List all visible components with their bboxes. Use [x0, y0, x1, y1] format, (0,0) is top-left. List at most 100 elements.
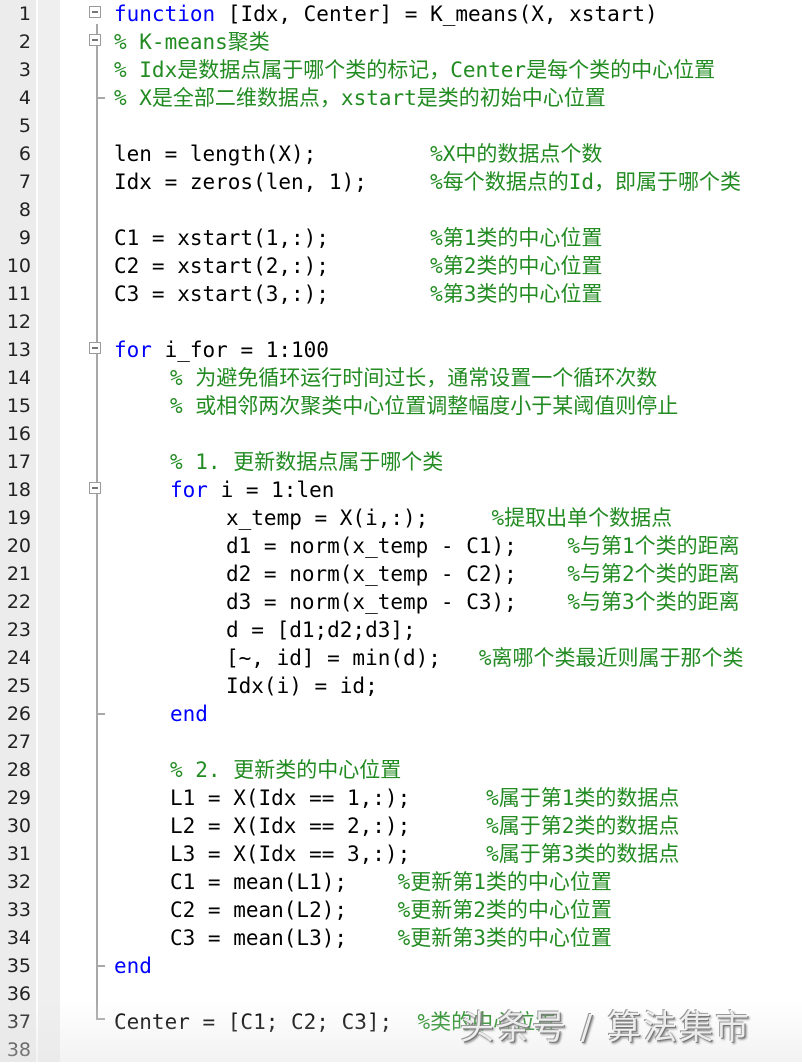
comment: % 或相邻两次聚类中心位置调整幅度小于某阈值则停止: [170, 394, 679, 418]
line-number: 38: [6, 1039, 31, 1061]
statement: C2 = mean(L2);: [170, 898, 348, 922]
line-number: 5: [18, 115, 31, 137]
code-text: C3 = xstart(3,:); %第3类的中心位置: [114, 280, 602, 308]
padding: [392, 1010, 417, 1034]
comment: %第1类的中心位置: [430, 226, 603, 250]
code-line[interactable]: 10 C2 = xstart(2,:); %第2类的中心位置: [0, 252, 802, 280]
keyword: for: [170, 478, 208, 502]
line-number: 37: [6, 1011, 31, 1033]
keyword: function: [114, 2, 216, 26]
line-number: 22: [6, 591, 31, 613]
code-line[interactable]: 29 L1 = X(Idx == 1,:); %属于第1类的数据点: [0, 784, 802, 812]
comment: %与第3个类的距离: [567, 590, 740, 614]
line-number: 17: [6, 451, 31, 473]
code-line[interactable]: 4 % X是全部二维数据点，xstart是类的初始中心位置: [0, 84, 802, 112]
code-line[interactable]: 11 C3 = xstart(3,:); %第3类的中心位置: [0, 280, 802, 308]
padding: [517, 590, 568, 614]
statement: L1 = X(Idx == 1,:);: [170, 786, 411, 810]
keyword: end: [114, 954, 152, 978]
code-text: end: [114, 952, 152, 980]
code-rest: i_for = 1:100: [151, 338, 329, 362]
code-line[interactable]: 18 for i = 1:len: [0, 476, 802, 504]
line-number: 20: [6, 535, 31, 557]
code-line[interactable]: 21 d2 = norm(x_temp - C2); %与第2个类的距离: [0, 560, 802, 588]
code-line[interactable]: 14 % 为避免循环运行时间过长，通常设置一个循环次数: [0, 364, 802, 392]
code-line[interactable]: 3 % Idx是数据点属于哪个类的标记，Center是每个类的中心位置: [0, 56, 802, 84]
line-number: 2: [18, 31, 31, 53]
line-number: 26: [6, 703, 31, 725]
comment: % K-means聚类: [114, 30, 270, 54]
code-text: % 1. 更新数据点属于哪个类: [170, 448, 443, 476]
code-line[interactable]: 13 for i_for = 1:100: [0, 336, 802, 364]
comment: % 为避免循环运行时间过长，通常设置一个循环次数: [170, 366, 658, 390]
code-text: % Idx是数据点属于哪个类的标记，Center是每个类的中心位置: [114, 56, 715, 84]
code-line[interactable]: 31 L3 = X(Idx == 3,:); %属于第3类的数据点: [0, 840, 802, 868]
padding: [347, 926, 398, 950]
statement: C3 = mean(L3);: [170, 926, 348, 950]
statement: L3 = X(Idx == 3,:);: [170, 842, 411, 866]
code-line[interactable]: 22 d3 = norm(x_temp - C3); %与第3个类的距离: [0, 588, 802, 616]
code-line[interactable]: 16: [0, 420, 802, 448]
code-text: d = [d1;d2;d3];: [226, 616, 416, 644]
code-text: C1 = xstart(1,:); %第1类的中心位置: [114, 224, 602, 252]
code-line[interactable]: 34 C3 = mean(L3); %更新第3类的中心位置: [0, 924, 802, 952]
code-editor[interactable]: 1 function [Idx, Center] = K_means(X, xst…: [0, 0, 802, 1062]
code-text: for i_for = 1:100: [114, 336, 329, 364]
comment: % 1. 更新数据点属于哪个类: [170, 450, 444, 474]
code-text: L3 = X(Idx == 3,:); %属于第3类的数据点: [170, 840, 679, 868]
code-line[interactable]: 12: [0, 308, 802, 336]
code-line[interactable]: 33 C2 = mean(L2); %更新第2类的中心位置: [0, 896, 802, 924]
code-line[interactable]: 5: [0, 112, 802, 140]
code-line[interactable]: 35 end: [0, 952, 802, 980]
line-number: 21: [6, 563, 31, 585]
padding: [517, 562, 568, 586]
code-line[interactable]: 26 end: [0, 700, 802, 728]
code-text: d3 = norm(x_temp - C3); %与第3个类的距离: [226, 588, 740, 616]
line-number: 9: [18, 227, 31, 249]
keyword: end: [170, 702, 208, 726]
line-number: 30: [6, 815, 31, 837]
code-line[interactable]: 28 % 2. 更新类的中心位置: [0, 756, 802, 784]
code-line[interactable]: 25 Idx(i) = id;: [0, 672, 802, 700]
line-number: 34: [6, 927, 31, 949]
code-line[interactable]: 8: [0, 196, 802, 224]
statement: C1 = mean(L1);: [170, 870, 348, 894]
code-text: C3 = mean(L3); %更新第3类的中心位置: [170, 924, 612, 952]
padding: [347, 898, 398, 922]
code-text: d1 = norm(x_temp - C1); %与第1个类的距离: [226, 532, 740, 560]
line-number: 33: [6, 899, 31, 921]
comment: %第2类的中心位置: [430, 254, 603, 278]
code-text: C2 = mean(L2); %更新第2类的中心位置: [170, 896, 612, 924]
code-line[interactable]: 2 % K-means聚类: [0, 28, 802, 56]
code-line[interactable]: 24 [~, id] = min(d); %离哪个类最近则属于那个类: [0, 644, 802, 672]
code-line[interactable]: 9 C1 = xstart(1,:); %第1类的中心位置: [0, 224, 802, 252]
code-line[interactable]: 15 % 或相邻两次聚类中心位置调整幅度小于某阈值则停止: [0, 392, 802, 420]
code-rest: [Idx, Center] = K_means(X, xstart): [215, 2, 658, 26]
code-line[interactable]: 32 C1 = mean(L1); %更新第1类的中心位置: [0, 868, 802, 896]
code-line[interactable]: 20 d1 = norm(x_temp - C1); %与第1个类的距离: [0, 532, 802, 560]
line-number: 12: [6, 311, 31, 333]
code-text: L1 = X(Idx == 1,:); %属于第1类的数据点: [170, 784, 679, 812]
code-line[interactable]: 19 x_temp = X(i,:); %提取出单个数据点: [0, 504, 802, 532]
code-line[interactable]: 17 % 1. 更新数据点属于哪个类: [0, 448, 802, 476]
code-text: C2 = xstart(2,:); %第2类的中心位置: [114, 252, 602, 280]
comment: % 2. 更新类的中心位置: [170, 758, 402, 782]
code-line[interactable]: 27: [0, 728, 802, 756]
code-line[interactable]: 1 function [Idx, Center] = K_means(X, xst…: [0, 0, 802, 28]
code-text: C1 = mean(L1); %更新第1类的中心位置: [170, 868, 612, 896]
keyword: for: [114, 338, 152, 362]
code-line[interactable]: 23 d = [d1;d2;d3];: [0, 616, 802, 644]
comment: %属于第2类的数据点: [486, 814, 680, 838]
line-number: 8: [18, 199, 31, 221]
code-line[interactable]: 7 Idx = zeros(len, 1); %每个数据点的Id，即属于哪个类: [0, 168, 802, 196]
statement: Center = [C1; C2; C3];: [114, 1010, 393, 1034]
comment: %每个数据点的Id，即属于哪个类: [430, 170, 742, 194]
watermark: 头条号 / 算法集市: [460, 1008, 752, 1048]
code-line[interactable]: 6 len = length(X); %X中的数据点个数: [0, 140, 802, 168]
line-number: 32: [6, 871, 31, 893]
code-rest: i = 1:len: [207, 478, 335, 502]
code-text: x_temp = X(i,:); %提取出单个数据点: [226, 504, 672, 532]
statement: x_temp = X(i,:);: [226, 506, 429, 530]
comment: %离哪个类最近则属于那个类: [478, 646, 744, 670]
code-line[interactable]: 30 L2 = X(Idx == 2,:); %属于第2类的数据点: [0, 812, 802, 840]
